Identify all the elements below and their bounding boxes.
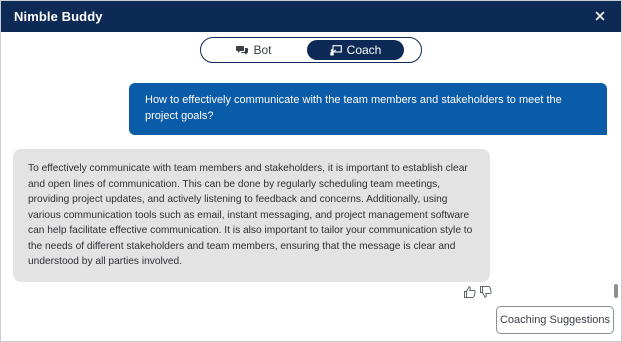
thumbs-down-button[interactable] xyxy=(479,285,493,299)
mode-toggle: Bot Coach xyxy=(200,37,422,63)
coaching-suggestions-label: Coaching Suggestions xyxy=(499,314,611,326)
close-icon xyxy=(595,11,605,21)
app-title: Nimble Buddy xyxy=(14,9,103,24)
thumbs-down-icon xyxy=(480,286,492,298)
bot-mode-label: Bot xyxy=(253,43,272,57)
chat-bubbles-icon xyxy=(236,45,249,55)
thumbs-up-button[interactable] xyxy=(463,285,477,299)
coach-presentation-icon xyxy=(329,44,342,55)
close-button[interactable] xyxy=(590,6,610,26)
bot-message-bubble: To effectively communicate with team mem… xyxy=(13,149,490,282)
thumbs-up-icon xyxy=(464,286,476,298)
coach-mode-tab[interactable]: Coach xyxy=(307,40,404,60)
scrollbar-thumb[interactable] xyxy=(614,284,618,298)
bot-mode-tab[interactable]: Bot xyxy=(204,40,304,60)
user-message-bubble: How to effectively communicate with the … xyxy=(129,83,607,135)
coaching-suggestions-button[interactable]: Coaching Suggestions xyxy=(496,306,614,334)
nimble-buddy-window: Nimble Buddy Bot Coach How to effectivel xyxy=(0,0,622,342)
coach-mode-label: Coach xyxy=(346,43,382,57)
title-bar: Nimble Buddy xyxy=(1,1,621,32)
